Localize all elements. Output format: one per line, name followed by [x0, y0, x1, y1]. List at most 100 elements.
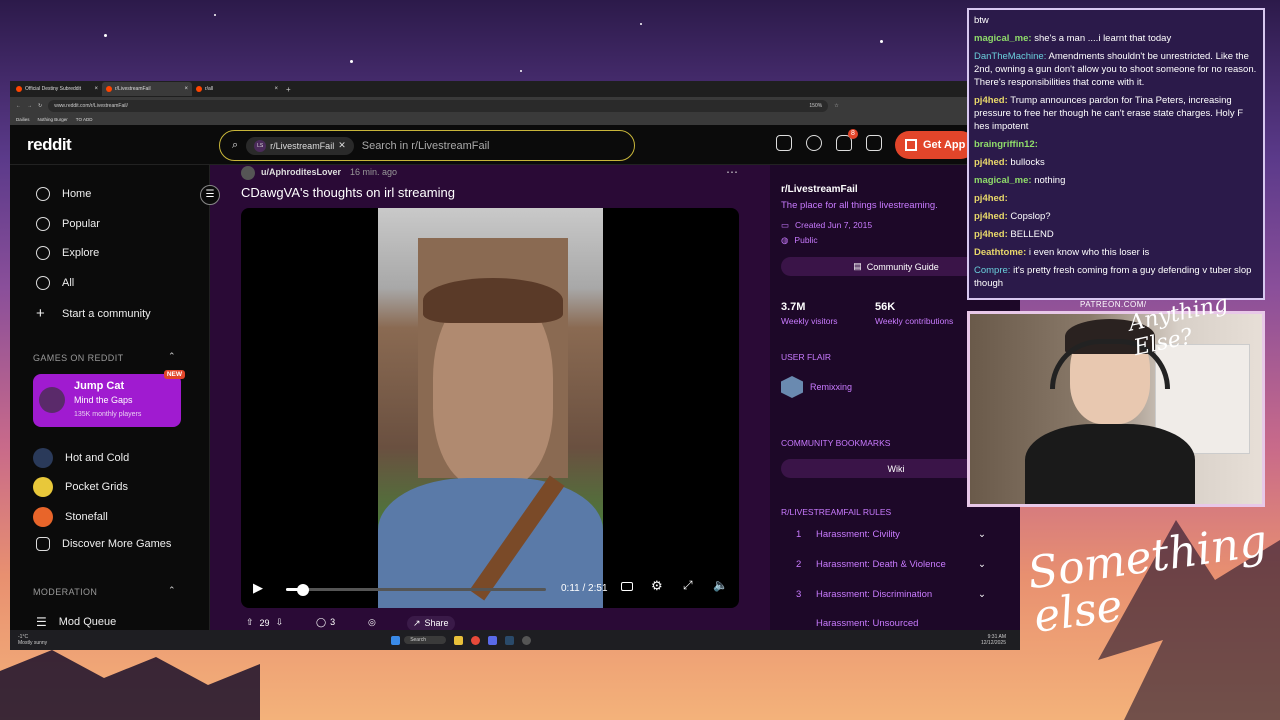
- chevron-up-icon[interactable]: ⌃: [168, 585, 176, 596]
- star-icon[interactable]: ☆: [834, 103, 838, 109]
- search-bar[interactable]: ⌕ LS r/LivestreamFail ✕ Search in r/Livest…: [219, 130, 635, 161]
- chat-username[interactable]: DanTheMachine:: [974, 51, 1046, 62]
- close-icon[interactable]: ×: [184, 86, 188, 92]
- rule-item[interactable]: 2 Harassment: Death & Violence ⌄: [796, 559, 986, 570]
- sidebar-item-explore[interactable]: Explore: [36, 246, 99, 260]
- stream-chat: btw magical_me: she's a man ....i learnt …: [967, 8, 1265, 300]
- steam-icon[interactable]: [505, 635, 515, 645]
- chat-text: she's a man ....i learnt that today: [1034, 33, 1172, 44]
- close-icon[interactable]: ×: [94, 86, 98, 92]
- featured-game-card[interactable]: Jump Cat Mind the Gaps 135K monthly play…: [33, 370, 185, 427]
- sidebar-item-start-community[interactable]: + Start a community: [36, 305, 151, 322]
- chevron-up-icon[interactable]: ⌃: [168, 351, 176, 362]
- tab-label: Official Destiny Subreddit: [25, 86, 82, 92]
- video-time: 0:11 / 2:51: [561, 583, 608, 594]
- ads-icon[interactable]: [776, 135, 792, 151]
- chat-username[interactable]: pj4hed:: [974, 211, 1008, 222]
- upvote-icon[interactable]: ⇧: [246, 617, 254, 628]
- downvote-icon[interactable]: ⇩: [276, 617, 284, 628]
- rule-item[interactable]: 1 Harassment: Civility ⌄: [796, 529, 986, 540]
- avatar[interactable]: [241, 166, 255, 180]
- volume-icon[interactable]: 🔈: [713, 578, 728, 592]
- video-progress-track[interactable]: [286, 588, 546, 591]
- bookmark-nothing-burger[interactable]: Nothing Burger: [38, 117, 68, 122]
- video-scrubber[interactable]: [296, 584, 309, 596]
- forward-icon[interactable]: →: [27, 103, 32, 109]
- close-icon[interactable]: ✕: [338, 140, 346, 151]
- address-input[interactable]: www.reddit.com/r/LivestreamFail/150%: [48, 99, 829, 112]
- chrome-icon[interactable]: [471, 635, 481, 645]
- post-author[interactable]: u/AphroditesLover: [261, 167, 341, 177]
- bookmark-to-add[interactable]: TO ADD: [76, 117, 93, 122]
- tab-livestreamfail[interactable]: r/LivestreamFail ×: [102, 82, 192, 96]
- chat-username[interactable]: pj4hed:: [974, 193, 1008, 204]
- chat-text: bullocks: [1010, 157, 1045, 168]
- chat-username[interactable]: pj4hed:: [974, 157, 1008, 168]
- chat-text: btw: [974, 15, 989, 26]
- sidebar-item-all[interactable]: All: [36, 276, 74, 290]
- community-name[interactable]: r/LivestreamFail: [781, 184, 858, 195]
- notification-icon[interactable]: 8: [836, 129, 858, 151]
- award-icon[interactable]: ◎: [368, 617, 376, 628]
- clock[interactable]: 9:31 AM 12/12/2025: [981, 634, 1006, 646]
- rule-text: Harassment: Discrimination: [816, 589, 933, 600]
- captions-icon[interactable]: [621, 582, 633, 591]
- discord-icon[interactable]: [488, 635, 498, 645]
- reddit-logo[interactable]: reddit: [27, 135, 72, 155]
- rule-text[interactable]: Harassment: Unsourced: [816, 618, 918, 629]
- chat-username[interactable]: Compre:: [974, 265, 1010, 276]
- windows-icon[interactable]: [391, 635, 401, 645]
- post-title[interactable]: CDawgVA's thoughts on irl streaming: [241, 185, 455, 200]
- mod-queue[interactable]: ☰ Mod Queue: [36, 615, 116, 629]
- play-icon[interactable]: ▶: [253, 580, 263, 596]
- more-options-icon[interactable]: ⋯: [726, 165, 738, 179]
- sidebar-item-popular[interactable]: Popular: [36, 217, 100, 231]
- fullscreen-icon[interactable]: ⤢: [683, 578, 693, 593]
- game-hot-and-cold[interactable]: Hot and Cold: [33, 448, 129, 468]
- games-section-title[interactable]: GAMES ON REDDIT: [33, 353, 124, 363]
- user-flair[interactable]: Remixxing: [810, 382, 852, 392]
- subreddit-chip[interactable]: LS r/LivestreamFail ✕: [246, 136, 354, 155]
- menu-icon[interactable]: ☰: [200, 185, 220, 205]
- globe-icon: ◍: [781, 235, 789, 245]
- chat-username[interactable]: braingriffin12:: [974, 139, 1038, 150]
- streamer-shirt: [1025, 424, 1195, 504]
- get-app-button[interactable]: Get App: [895, 131, 976, 159]
- game-label: Stonefall: [65, 511, 108, 523]
- game-stonefall[interactable]: Stonefall: [33, 507, 108, 527]
- visitors-label: Weekly visitors: [781, 316, 838, 326]
- chat-message: Deathtome: i even know who this loser is: [974, 246, 1258, 259]
- share-button[interactable]: ↗ Share: [407, 616, 455, 631]
- chat-username[interactable]: Deathtome:: [974, 247, 1026, 258]
- file-explorer-icon[interactable]: [454, 635, 464, 645]
- create-post-icon[interactable]: [866, 135, 882, 151]
- chat-username[interactable]: magical_me:: [974, 33, 1032, 44]
- rule-item[interactable]: 3 Harassment: Discrimination ⌄: [796, 589, 986, 600]
- reload-icon[interactable]: ↻: [38, 103, 42, 109]
- chat-username[interactable]: pj4hed:: [974, 95, 1008, 106]
- chat-text: BELLEND: [1010, 229, 1054, 240]
- game-pocket-grids[interactable]: Pocket Grids: [33, 477, 128, 497]
- video-player[interactable]: ▶ 0:11 / 2:51 ⚙ ⤢ 🔈: [241, 208, 739, 608]
- close-icon[interactable]: ×: [274, 86, 278, 92]
- bookmark-dailies[interactable]: Dailies: [16, 117, 30, 122]
- obs-icon[interactable]: [522, 635, 532, 645]
- new-tab-icon[interactable]: +: [286, 85, 291, 94]
- tab-all[interactable]: r/all ×: [192, 82, 282, 96]
- weather-widget[interactable]: -1°C Mostly sunny: [18, 634, 47, 646]
- comments-button[interactable]: ◯ 3: [316, 617, 335, 628]
- popular-icon: [36, 217, 50, 231]
- settings-icon[interactable]: ⚙: [651, 578, 663, 594]
- moderation-section-title[interactable]: MODERATION: [33, 587, 97, 597]
- tab-destiny[interactable]: Official Destiny Subreddit ×: [12, 82, 102, 96]
- zoom-level: 150%: [809, 102, 823, 109]
- taskbar-search[interactable]: Search: [404, 636, 447, 644]
- chat-icon[interactable]: [806, 135, 822, 151]
- cake-icon: ▭: [781, 220, 790, 230]
- sidebar-item-home[interactable]: Home: [36, 187, 91, 201]
- back-icon[interactable]: ←: [16, 103, 21, 109]
- chat-username[interactable]: magical_me:: [974, 175, 1032, 186]
- chat-username[interactable]: pj4hed:: [974, 229, 1008, 240]
- discover-more-games[interactable]: Discover More Games: [36, 537, 171, 551]
- search-input[interactable]: Search in r/LivestreamFail: [362, 140, 490, 152]
